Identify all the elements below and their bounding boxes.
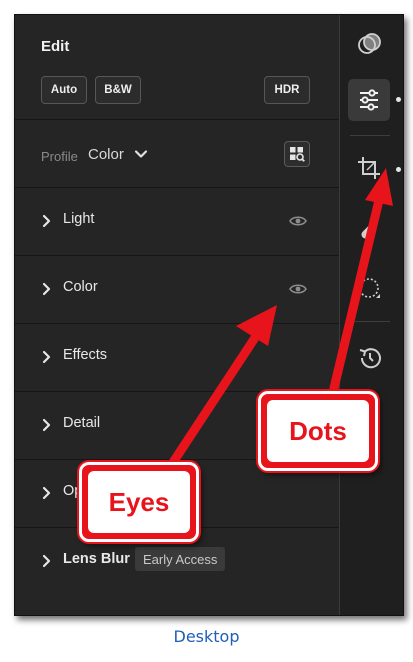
- annotation-arrows: [163, 168, 393, 475]
- dots-callout-label: Dots: [267, 400, 369, 462]
- eyes-callout: Eyes: [79, 462, 199, 542]
- dots-callout: Dots: [258, 391, 378, 471]
- dots-arrow: [329, 168, 393, 393]
- eyes-callout-label: Eyes: [88, 471, 190, 533]
- caption: Desktop: [173, 627, 240, 646]
